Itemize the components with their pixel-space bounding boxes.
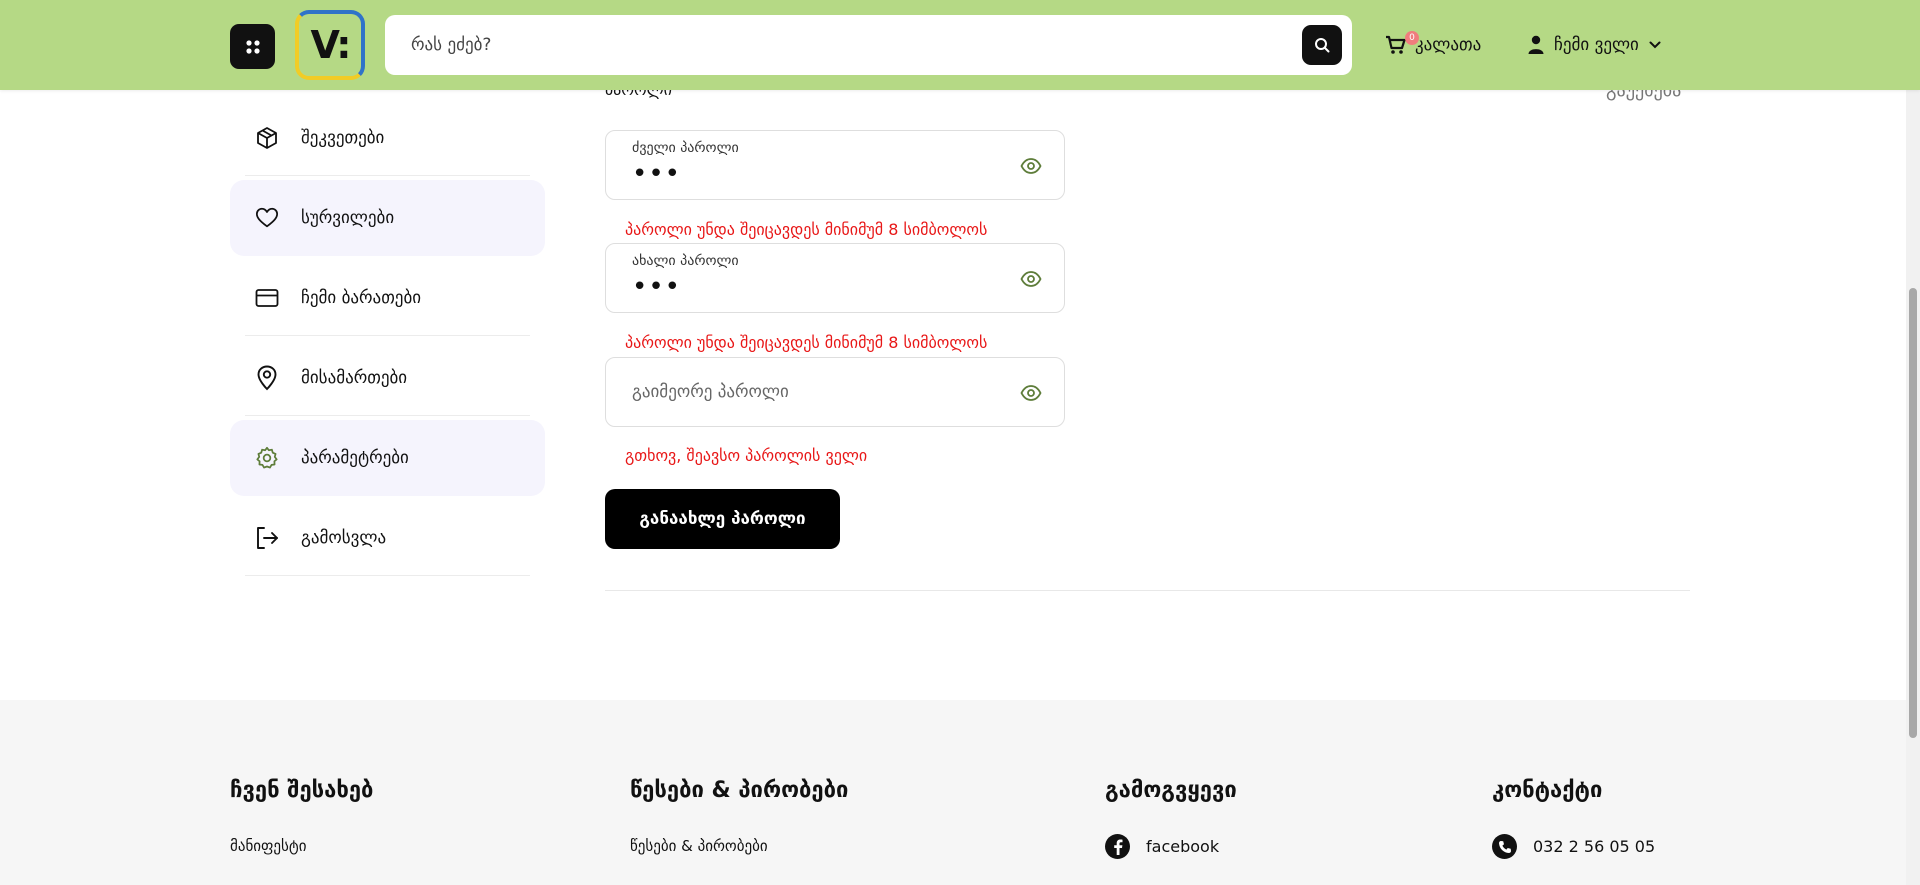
user-menu[interactable]: ჩემი ველი [1528,30,1661,60]
cart-button[interactable]: 0 კალათა [1385,30,1481,60]
heart-icon [255,206,279,230]
user-icon [1528,35,1544,54]
page: V: 0 კალათა ჩემი ველი [0,0,1920,885]
user-label: ჩემი ველი [1554,35,1639,55]
eye-icon[interactable] [1020,268,1042,290]
new-password-field[interactable]: ახალი პაროლი ••• [605,243,1065,313]
location-pin-icon [255,365,279,391]
search-bar [385,15,1352,75]
sidebar-item-cards[interactable]: ჩემი ბარათები [230,260,545,336]
site-logo[interactable]: V: [295,10,365,80]
chevron-down-icon [1649,41,1661,49]
phone-icon [1492,834,1517,859]
footer-terms-title: წესები & პირობები [630,778,849,803]
top-header: V: 0 კალათა ჩემი ველი [0,0,1920,90]
sidebar-item-label: პარამეტრები [301,448,409,468]
sidebar-item-settings[interactable]: პარამეტრები [230,420,545,496]
sidebar-item-label: მისამართები [301,368,408,388]
phone-number: 032 2 56 05 05 [1533,837,1656,856]
field-value[interactable]: ••• [632,272,681,302]
old-password-error: პაროლი უნდა შეიცავდეს მინიმუმ 8 სიმბოლოს [625,220,988,239]
sidebar-divider [245,575,530,576]
gear-icon [255,446,279,470]
menu-button[interactable] [230,24,275,69]
old-password-field[interactable]: ძველი პაროლი ••• [605,130,1065,200]
search-button[interactable] [1302,25,1342,65]
eye-icon[interactable] [1020,382,1042,404]
sidebar-item-label: სურვილები [301,208,395,228]
cart-icon [1386,35,1406,54]
social-label: facebook [1146,837,1220,856]
search-input[interactable] [411,15,1271,75]
logout-icon [255,526,279,550]
section-divider [605,590,1690,591]
repeat-password-input[interactable] [632,358,1012,426]
sidebar-item-label: შეკვეთები [301,128,385,148]
repeat-password-field [605,357,1065,427]
sidebar-divider [245,175,530,176]
scrollbar-thumb[interactable] [1909,288,1917,738]
repeat-password-error: გთხოვ, შეავსო პაროლის ველი [625,446,868,465]
logo-text: V: [310,23,352,67]
credit-card-icon [255,286,279,310]
sidebar-divider [245,335,530,336]
footer-about-title: ჩვენ შესახებ [230,778,374,803]
package-icon [255,126,279,150]
new-password-error: პაროლი უნდა შეიცავდეს მინიმუმ 8 სიმბოლოს [625,333,988,352]
sidebar-item-addresses[interactable]: მისამართები [230,340,545,416]
site-footer: ჩვენ შესახებ მანიფესტი წესები & პირობები… [0,700,1920,885]
field-label: ძველი პაროლი [632,140,739,156]
footer-follow-title: გამოგვყევი [1105,778,1237,803]
page-scrollbar[interactable] [1906,0,1920,885]
cart-label: კალათა [1415,35,1482,55]
footer-link-manifest[interactable]: მანიფესტი [230,837,306,855]
grid-icon [245,39,260,54]
footer-contact-title: კონტაქტი [1492,778,1603,803]
sidebar-divider [245,415,530,416]
facebook-icon [1105,834,1130,859]
search-icon [1315,38,1330,53]
field-value[interactable]: ••• [632,159,681,189]
cart-count-badge: 0 [1405,31,1419,45]
sidebar-item-label: ჩემი ბარათები [301,288,422,308]
field-label: ახალი პაროლი [632,253,739,269]
footer-link-facebook[interactable]: facebook [1105,834,1219,859]
footer-contact-phone[interactable]: 032 2 56 05 05 [1492,834,1655,859]
sidebar-item-wishlist[interactable]: სურვილები [230,180,545,256]
eye-icon[interactable] [1020,155,1042,177]
footer-link-terms[interactable]: წესები & პირობები [630,837,768,855]
sidebar-item-orders[interactable]: შეკვეთები [230,100,545,176]
sidebar-item-logout[interactable]: გამოსვლა [230,500,545,576]
sidebar-item-label: გამოსვლა [301,528,387,548]
update-password-button[interactable]: განაახლე პაროლი [605,489,840,549]
